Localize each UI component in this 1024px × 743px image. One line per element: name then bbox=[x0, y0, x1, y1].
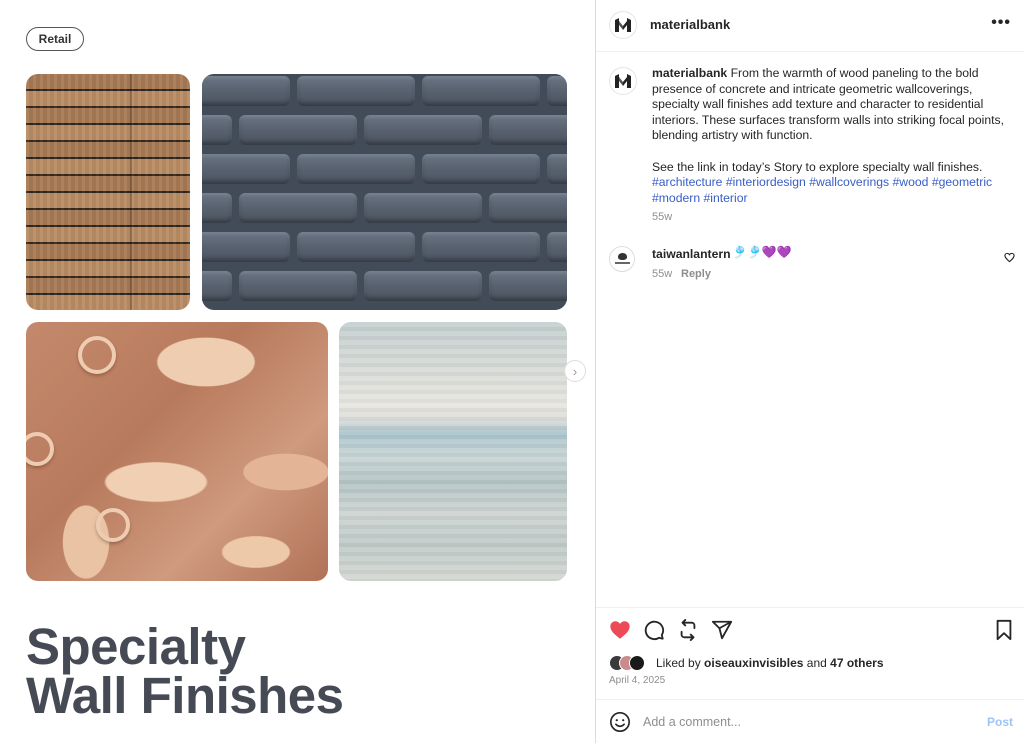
post-details-pane: materialbank ••• materialbank From the w… bbox=[596, 0, 1024, 743]
hashtag-link[interactable]: #geometric bbox=[932, 175, 992, 189]
post-date[interactable]: April 4, 2025 bbox=[609, 675, 665, 686]
hashtag-link[interactable]: #wood bbox=[893, 175, 929, 189]
liker-username[interactable]: oiseauxinvisibles bbox=[704, 656, 803, 670]
retail-tag: Retail bbox=[26, 27, 84, 51]
likes-summary: Liked by oiseauxinvisibles and 47 others bbox=[656, 656, 884, 670]
comment-input[interactable] bbox=[643, 712, 963, 732]
post-image-carousel[interactable]: Retail › Specialty Wall Finishes bbox=[0, 0, 595, 743]
materialbank-logo-icon bbox=[615, 18, 631, 32]
brick-swatch bbox=[202, 74, 567, 310]
painted-finish-swatch bbox=[339, 322, 567, 581]
commenter-avatar[interactable] bbox=[609, 246, 635, 272]
hashtag-link[interactable]: #interior bbox=[704, 191, 748, 205]
like-filled-icon[interactable] bbox=[609, 619, 631, 641]
comment-text: 🎐🎐💜💜 bbox=[732, 245, 792, 259]
next-slide-button[interactable]: › bbox=[564, 360, 586, 382]
caption-timestamp[interactable]: 55w bbox=[652, 211, 672, 223]
post-comment-button[interactable]: Post bbox=[987, 715, 1013, 729]
comment-timestamp[interactable]: 55w bbox=[652, 268, 672, 280]
bookmark-icon[interactable] bbox=[993, 619, 1015, 641]
share-icon[interactable] bbox=[711, 619, 733, 641]
heart-outline-icon[interactable] bbox=[1004, 252, 1015, 263]
hashtag-link[interactable]: #modern bbox=[652, 191, 700, 205]
comment-username[interactable]: taiwanlantern bbox=[652, 247, 731, 261]
caption-avatar[interactable] bbox=[609, 67, 637, 95]
hashtag-link[interactable]: #architecture bbox=[652, 175, 722, 189]
caption-cta: See the link in today’s Story to explore… bbox=[652, 159, 983, 174]
sculpted-plaster-swatch bbox=[26, 322, 328, 581]
actions-divider bbox=[596, 607, 1024, 608]
caption-username[interactable]: materialbank bbox=[652, 66, 727, 80]
wood-panel-swatch bbox=[26, 74, 190, 310]
avatar[interactable] bbox=[609, 11, 637, 39]
more-horizontal-icon[interactable]: ••• bbox=[991, 14, 1011, 32]
add-comment-bar: Post bbox=[596, 699, 1024, 743]
post-header: materialbank ••• bbox=[596, 0, 1024, 52]
hashtag-link[interactable]: #interiordesign bbox=[726, 175, 806, 189]
author-username[interactable]: materialbank bbox=[650, 17, 730, 32]
hashtag-link[interactable]: #wallcoverings bbox=[809, 175, 889, 189]
chevron-right-icon: › bbox=[572, 363, 578, 379]
post-image-headline: Specialty Wall Finishes bbox=[26, 618, 344, 724]
emoji-icon[interactable] bbox=[609, 711, 631, 733]
others-link[interactable]: 47 others bbox=[830, 656, 883, 670]
reply-button[interactable]: Reply bbox=[681, 268, 711, 280]
repost-icon[interactable] bbox=[677, 619, 699, 641]
materialbank-logo-icon bbox=[615, 74, 631, 88]
hashtag-list: #architecture #interiordesign #wallcover… bbox=[652, 175, 992, 205]
comment-icon[interactable] bbox=[643, 619, 665, 641]
post-caption: materialbank From the warmth of wood pan… bbox=[652, 66, 1012, 206]
liked-by-avatars[interactable] bbox=[609, 655, 645, 671]
avatar bbox=[629, 655, 645, 671]
